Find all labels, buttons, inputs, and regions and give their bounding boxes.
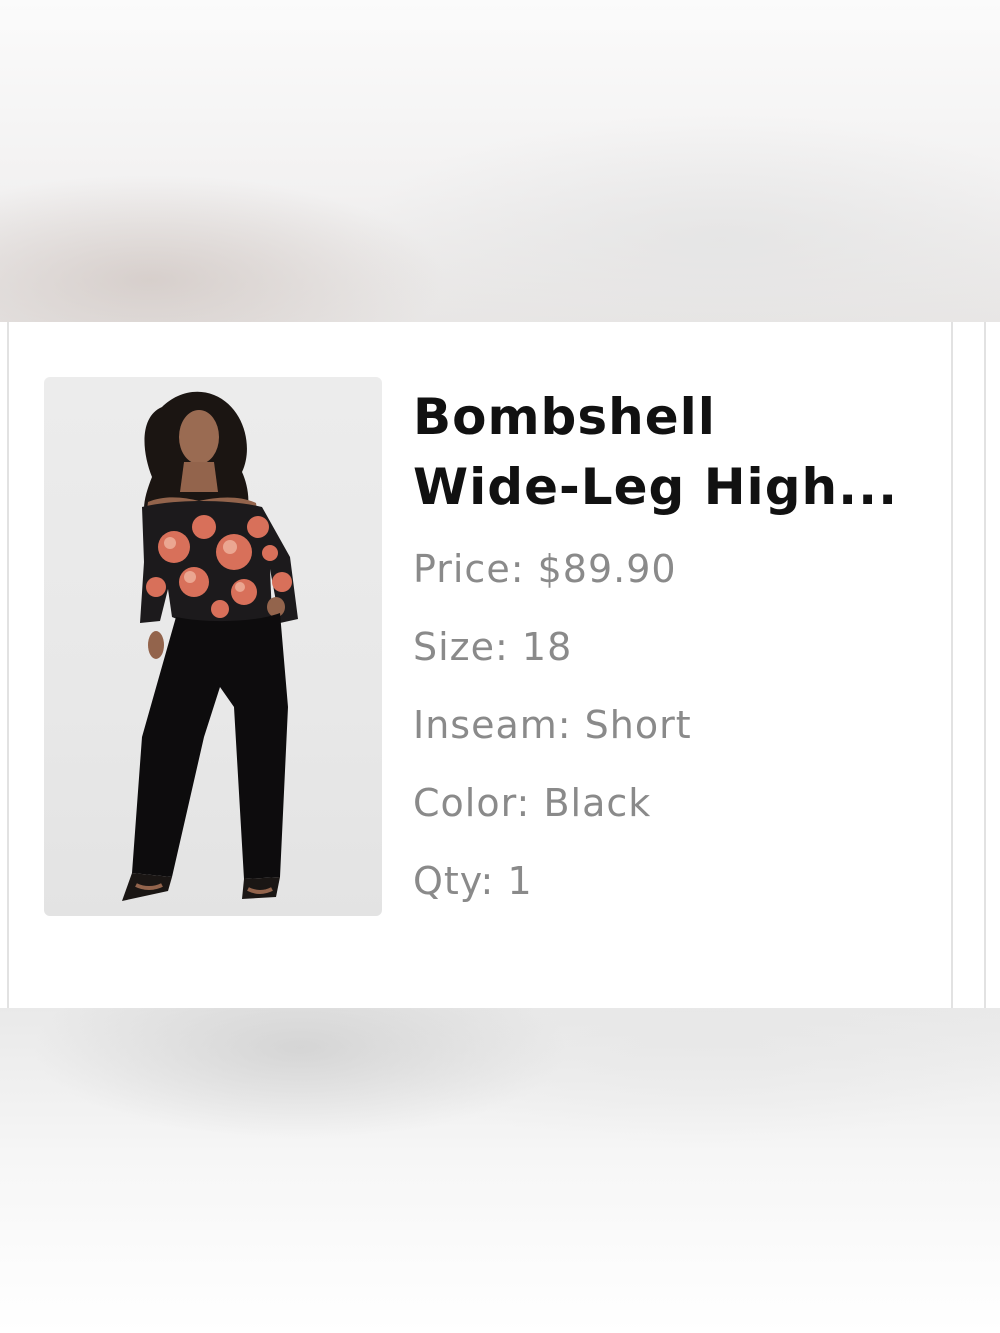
blurred-background-top <box>0 0 1000 322</box>
price-label: Price: <box>413 547 525 591</box>
color-label: Color: <box>413 781 531 825</box>
quantity-label: Qty: <box>413 859 495 903</box>
inseam-value: Short <box>584 703 692 747</box>
quantity-value: 1 <box>507 859 533 903</box>
quantity-row: Qty: 1 <box>413 842 933 920</box>
inseam-row: Inseam: Short <box>413 686 933 764</box>
cart-item-card[interactable]: Bombshell Wide-Leg High... Price: $89.90… <box>7 322 953 1008</box>
price-row: Price: $89.90 <box>413 530 933 608</box>
product-photo-illustration <box>122 391 298 901</box>
product-title[interactable]: Bombshell Wide-Leg High... <box>413 382 933 522</box>
product-title-line-1: Bombshell <box>413 388 716 446</box>
product-title-line-2: Wide-Leg High... <box>413 458 899 516</box>
size-value: 18 <box>521 625 573 669</box>
size-row: Size: 18 <box>413 608 933 686</box>
cart-item-strip: Bombshell Wide-Leg High... Price: $89.90… <box>0 322 1000 1008</box>
size-label: Size: <box>413 625 509 669</box>
color-value: Black <box>543 781 652 825</box>
product-info: Bombshell Wide-Leg High... Price: $89.90… <box>413 382 933 920</box>
next-cart-item-edge[interactable] <box>984 322 1000 1008</box>
price-value: $89.90 <box>537 547 677 591</box>
product-attributes: Price: $89.90 Size: 18 Inseam: Short Col… <box>413 530 933 920</box>
blurred-background-bottom <box>0 1008 1000 1333</box>
color-row: Color: Black <box>413 764 933 842</box>
product-image[interactable] <box>44 377 382 916</box>
inseam-label: Inseam: <box>413 703 572 747</box>
